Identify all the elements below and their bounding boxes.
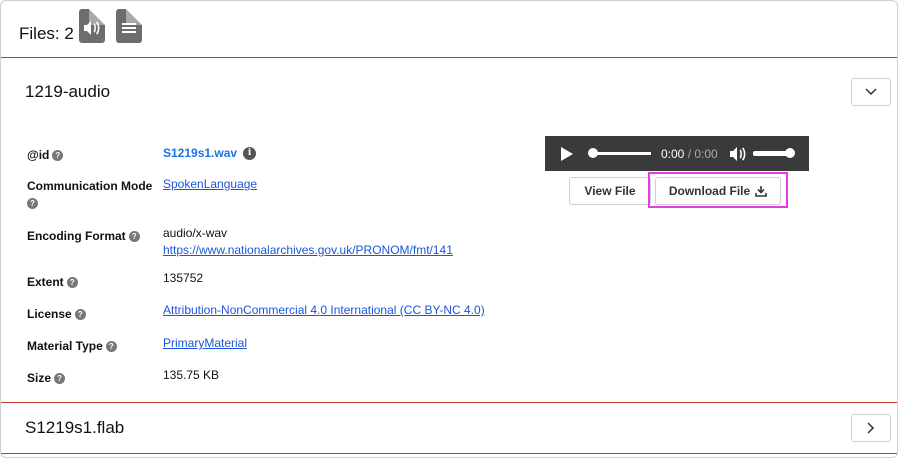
- seek-track[interactable]: [593, 152, 651, 155]
- field-value-communication-mode: SpokenLanguage: [163, 177, 257, 191]
- help-icon[interactable]: ?: [66, 277, 78, 289]
- field-value-id: S1219s1.wav i: [163, 146, 257, 161]
- files-count-label: Files: 2: [19, 24, 74, 43]
- field-label-size: Size?: [27, 371, 66, 385]
- field-label-license: License?: [27, 307, 86, 321]
- help-icon[interactable]: ?: [52, 150, 64, 162]
- panel-separator: [1, 453, 897, 454]
- field-value-license: Attribution-NonCommercial 4.0 Internatio…: [163, 303, 485, 317]
- encoding-format-value: audio/x-wav: [163, 226, 228, 240]
- audio-file-icon[interactable]: [79, 9, 105, 43]
- field-label-id: @id?: [27, 148, 64, 162]
- info-icon[interactable]: i: [243, 147, 257, 161]
- chevron-right-icon: [867, 422, 875, 434]
- field-label-encoding-format: Encoding Format?: [27, 229, 140, 243]
- pronom-link[interactable]: https://www.nationalarchives.gov.uk/PRON…: [163, 243, 453, 257]
- files-frame: Files: 2 1219-audio @id? S1219s1.wav i Co…: [0, 0, 898, 458]
- panel-separator: [1, 402, 897, 403]
- text-file-icon[interactable]: [116, 9, 142, 43]
- help-icon[interactable]: ?: [74, 309, 86, 321]
- view-file-button[interactable]: View File: [569, 177, 651, 205]
- seek-handle[interactable]: [588, 148, 598, 158]
- volume-icon[interactable]: [729, 146, 747, 162]
- panel-title: S1219s1.flab: [25, 418, 125, 437]
- help-icon[interactable]: ?: [105, 341, 117, 353]
- field-label-material-type: Material Type?: [27, 339, 117, 353]
- files-header: Files: 2: [1, 1, 897, 58]
- play-icon[interactable]: [561, 147, 573, 161]
- panel-title: 1219-audio: [25, 82, 111, 101]
- field-value-encoding-format: audio/x-wav https://www.nationalarchives…: [163, 225, 453, 259]
- expand-toggle-button[interactable]: [851, 414, 891, 442]
- time-display: 0:00 / 0:00: [661, 147, 718, 161]
- field-label-communication-mode: Communication Mode: [27, 179, 153, 193]
- highlight-box: [648, 172, 788, 208]
- chevron-down-icon: [865, 88, 877, 96]
- field-label-extent: Extent?: [27, 275, 78, 289]
- help-icon[interactable]: ?: [54, 373, 66, 385]
- field-value-material-type: PrimaryMaterial: [163, 336, 247, 350]
- collapse-toggle-button[interactable]: [851, 78, 891, 106]
- communication-mode-link[interactable]: SpokenLanguage: [163, 177, 257, 191]
- license-link[interactable]: Attribution-NonCommercial 4.0 Internatio…: [163, 303, 485, 317]
- field-value-size: 135.75 KB: [163, 368, 220, 382]
- file-id-link[interactable]: S1219s1.wav: [163, 146, 237, 160]
- audio-player: 0:00 / 0:00: [545, 136, 809, 171]
- lines-glyph: [122, 23, 136, 33]
- field-value-extent: 135752: [163, 271, 204, 285]
- help-icon[interactable]: ?: [27, 198, 38, 209]
- volume-handle[interactable]: [785, 148, 795, 158]
- help-icon[interactable]: ?: [128, 231, 140, 243]
- material-type-link[interactable]: PrimaryMaterial: [163, 336, 247, 350]
- speaker-glyph: [84, 21, 100, 35]
